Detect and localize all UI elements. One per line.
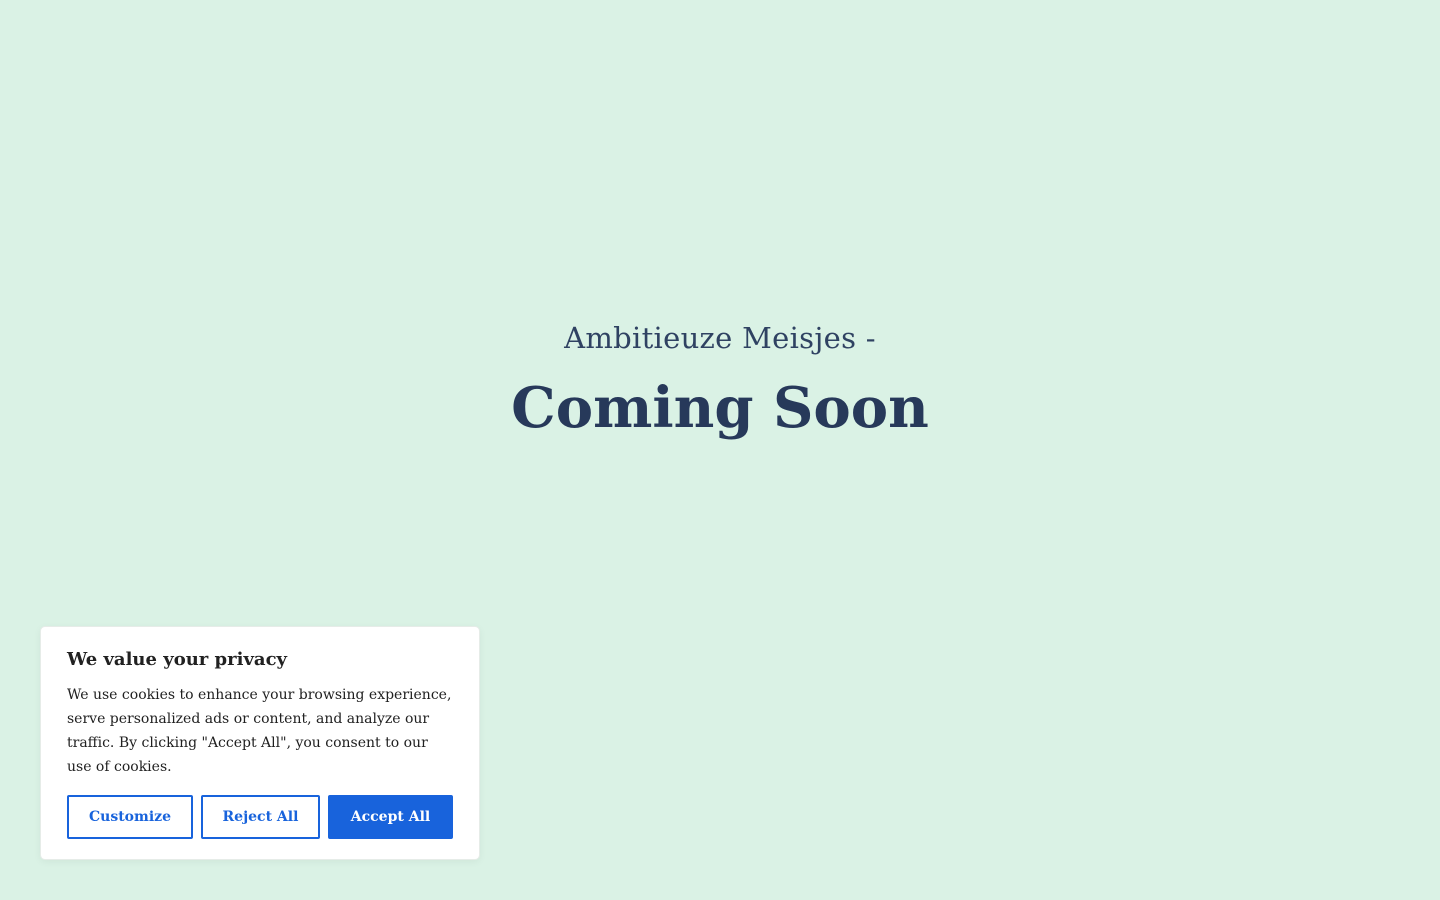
cookie-banner-description: We use cookies to enhance your browsing …: [67, 687, 452, 775]
accept-all-button[interactable]: Accept All: [328, 795, 453, 839]
site-name-subtitle: Ambitieuze Meisjes -: [564, 321, 876, 355]
cookie-banner-actions: Customize Reject All Accept All: [67, 795, 453, 839]
reject-all-button[interactable]: Reject All: [201, 795, 320, 839]
customize-button[interactable]: Customize: [67, 795, 193, 839]
cookie-consent-banner: We value your privacy We use cookies to …: [40, 626, 480, 860]
cookie-banner-title: We value your privacy: [67, 649, 287, 670]
coming-soon-title: Coming Soon: [511, 375, 929, 441]
